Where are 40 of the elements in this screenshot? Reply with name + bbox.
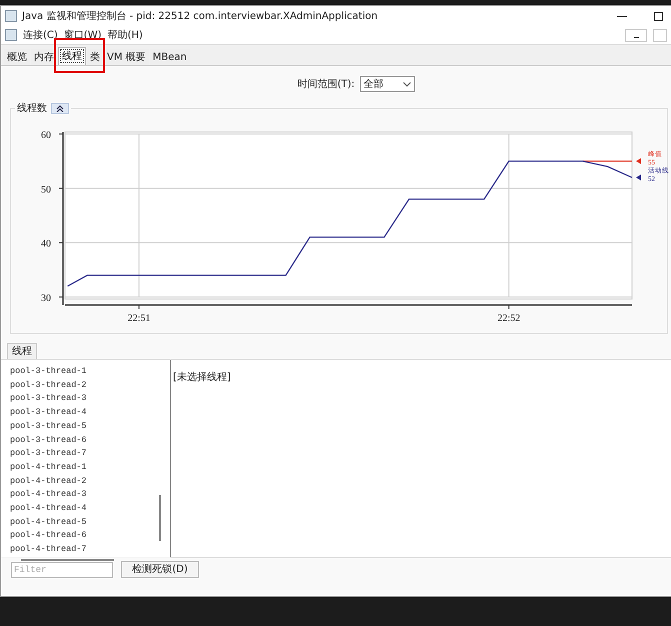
y-tick-label: 30 (41, 293, 51, 304)
deadlock-button[interactable]: 检测死锁(D) (121, 561, 199, 578)
filter-field[interactable]: Filter (11, 562, 113, 578)
thread-list-item[interactable]: pool-3-thread-7 (10, 447, 170, 461)
tab[interactable]: 线程 (58, 47, 86, 65)
x-tick-label: 22:52 (497, 313, 520, 324)
thread-list-item[interactable]: pool-4-thread-7 (10, 543, 170, 557)
highlight-frame (54, 38, 105, 73)
time-range-label: 时间范围(T): (297, 78, 355, 92)
menu-item[interactable]: 帮助(H) (108, 28, 143, 42)
thread-list-item[interactable]: pool-4-thread-2 (10, 474, 170, 488)
menu-item[interactable]: 连接(C) (23, 28, 58, 42)
y-tick-label: 60 (41, 130, 51, 141)
y-tick-label: 40 (41, 238, 51, 250)
thread-list-item[interactable]: pool-4-thread-6 (10, 529, 170, 544)
collapse-button[interactable] (51, 103, 69, 114)
thread-list-item[interactable]: pool-3-thread-3 (10, 392, 170, 406)
thread-list-item[interactable]: pool-3-thread-5 (10, 420, 170, 434)
time-range-dropdown[interactable]: 全部 (360, 76, 415, 92)
thread-list-item[interactable]: pool-3-thread-4 (10, 406, 170, 420)
thread-list-item[interactable]: pool-4-thread-4 (10, 502, 170, 516)
thread-list-item[interactable]: pool-3-thread-2 (10, 378, 170, 392)
thread-list-item[interactable]: pool-4-thread-5 (10, 516, 170, 530)
java-icon (5, 29, 17, 41)
thread-list-item[interactable]: pool-4-thread-3 (10, 488, 170, 502)
tab[interactable]: 线程 (7, 343, 37, 359)
chevron-icon (402, 82, 411, 86)
thread-list-item[interactable]: pool-3-thread-1 (10, 365, 170, 379)
x-tick-label: 22:51 (128, 313, 150, 324)
thread-list-item[interactable]: pool-4-thread-1 (10, 460, 170, 475)
detail-text: [未选择线程] (173, 372, 231, 383)
window-title: Java 监视和管理控制台 - pid: 22512 com.interviewbar.XAdminApplication (22, 10, 378, 24)
maximize-icon[interactable] (654, 12, 663, 20)
scrollbar-thumb[interactable] (159, 495, 161, 541)
thread-list-item[interactable]: pool-3-thread-6 (10, 434, 170, 448)
scrollbar-thumb[interactable] (21, 558, 114, 561)
panel-title: 线程数 (17, 102, 47, 116)
java-icon (5, 10, 17, 22)
double-chevron-icon (56, 105, 64, 112)
y-tick-label: 50 (41, 184, 51, 196)
